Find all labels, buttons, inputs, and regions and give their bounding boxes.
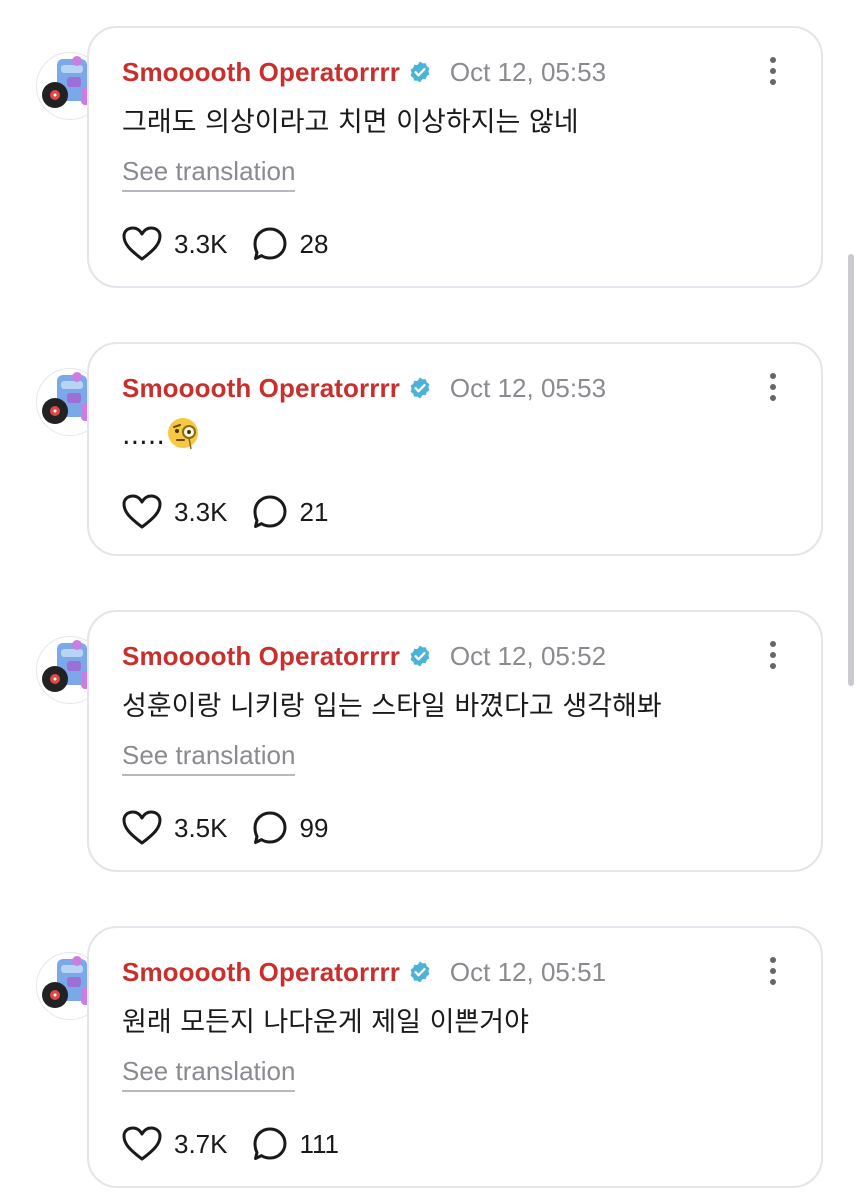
more-vertical-icon[interactable] xyxy=(763,372,783,402)
see-translation-link[interactable]: See translation xyxy=(122,740,296,776)
post-card[interactable]: Smooooth Operatorrrr Oct 12, 05:51 원래 모든… xyxy=(87,926,823,1188)
timestamp: Oct 12, 05:53 xyxy=(449,56,607,87)
post-header: Smooooth Operatorrrr Oct 12, 05:52 xyxy=(122,638,606,674)
timestamp: Oct 12, 05:53 xyxy=(449,372,607,403)
reply-count: 28 xyxy=(299,228,329,259)
post-actions: 3.7K 111 xyxy=(122,1126,339,1162)
post-header: Smooooth Operatorrrr Oct 12, 05:53 xyxy=(122,54,606,90)
reply-count: 21 xyxy=(299,496,329,527)
thread-page: Smooooth Operatorrrr Oct 12, 05:53 그래도 의… xyxy=(0,0,860,1199)
verified-badge-icon xyxy=(410,61,430,83)
reply-button[interactable]: 111 xyxy=(252,1126,340,1162)
speech-bubble-icon xyxy=(253,811,286,844)
timestamp: Oct 12, 05:51 xyxy=(449,956,607,987)
post-actions: 3.3K 21 xyxy=(122,494,328,530)
reply-count: 99 xyxy=(299,812,329,843)
reply-button[interactable]: 21 xyxy=(252,494,329,530)
post-text: 원래 모든지 나다운게 제일 이쁜거야 xyxy=(122,1007,529,1038)
post-card[interactable]: Smooooth Operatorrrr Oct 12, 05:53 ..... xyxy=(87,342,823,556)
heart-icon xyxy=(122,226,162,261)
timestamp: Oct 12, 05:52 xyxy=(449,640,607,671)
speech-bubble-icon xyxy=(253,495,286,528)
post-text: 성훈이랑 니키랑 입는 스타일 바꼈다고 생각해봐 xyxy=(122,691,662,722)
reply-button[interactable]: 99 xyxy=(252,810,329,846)
post-text: ..... xyxy=(122,420,165,451)
see-translation-link[interactable]: See translation xyxy=(122,156,296,192)
username[interactable]: Smooooth Operatorrrr xyxy=(122,957,400,988)
reply-count: 111 xyxy=(299,1128,340,1159)
post-actions: 3.3K 28 xyxy=(122,226,328,262)
like-count: 3.5K xyxy=(174,812,228,843)
post-card[interactable]: Smooooth Operatorrrr Oct 12, 05:52 성훈이랑 … xyxy=(87,610,823,872)
post-text: 그래도 의상이라고 치면 이상하지는 않네 xyxy=(122,107,579,138)
post-header: Smooooth Operatorrrr Oct 12, 05:51 xyxy=(122,954,606,990)
scrollbar[interactable] xyxy=(848,254,854,686)
like-count: 3.7K xyxy=(174,1128,228,1159)
like-button[interactable]: 3.3K xyxy=(122,226,228,262)
like-count: 3.3K xyxy=(174,496,228,527)
username[interactable]: Smooooth Operatorrrr xyxy=(122,57,400,88)
post-card[interactable]: Smooooth Operatorrrr Oct 12, 05:53 그래도 의… xyxy=(87,26,823,288)
like-button[interactable]: 3.5K xyxy=(122,810,228,846)
face-with-monocle-emoji-icon xyxy=(167,418,198,450)
post-actions: 3.5K 99 xyxy=(122,810,328,846)
username[interactable]: Smooooth Operatorrrr xyxy=(122,373,400,404)
like-button[interactable]: 3.7K xyxy=(122,1126,228,1162)
like-button[interactable]: 3.3K xyxy=(122,494,228,530)
verified-badge-icon xyxy=(410,377,430,399)
username[interactable]: Smooooth Operatorrrr xyxy=(122,641,400,672)
heart-icon xyxy=(122,494,162,529)
verified-badge-icon xyxy=(410,645,430,667)
post-text-row: ..... xyxy=(122,416,201,451)
heart-icon xyxy=(122,810,162,845)
speech-bubble-icon xyxy=(253,1127,286,1160)
like-count: 3.3K xyxy=(174,228,228,259)
see-translation-link[interactable]: See translation xyxy=(122,1056,296,1092)
more-vertical-icon[interactable] xyxy=(763,640,783,670)
speech-bubble-icon xyxy=(253,227,286,260)
verified-badge-icon xyxy=(410,961,430,983)
post-header: Smooooth Operatorrrr Oct 12, 05:53 xyxy=(122,370,606,406)
more-vertical-icon[interactable] xyxy=(763,56,783,86)
more-vertical-icon[interactable] xyxy=(763,956,783,986)
heart-icon xyxy=(122,1126,162,1161)
reply-button[interactable]: 28 xyxy=(252,226,329,262)
